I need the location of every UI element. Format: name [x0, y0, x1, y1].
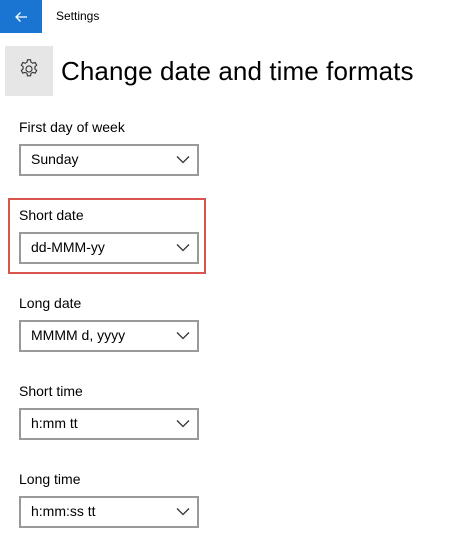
app-title: Settings: [56, 9, 100, 23]
short-date-label: Short date: [19, 207, 84, 223]
short-time-value: h:mm tt: [31, 415, 78, 431]
long-time-label: Long time: [19, 471, 81, 487]
chevron-down-icon: [176, 419, 190, 428]
first-day-of-week-label: First day of week: [19, 119, 125, 135]
short-date-dropdown[interactable]: dd-MMM-yy: [19, 232, 199, 264]
long-date-label: Long date: [19, 295, 82, 311]
chevron-down-icon: [176, 507, 190, 516]
first-day-of-week-dropdown[interactable]: Sunday: [19, 144, 199, 176]
long-time-dropdown[interactable]: h:mm:ss tt: [19, 496, 199, 528]
header-gear-tile: [5, 46, 53, 96]
gear-icon: [18, 58, 40, 85]
chevron-down-icon: [176, 331, 190, 340]
first-day-of-week-value: Sunday: [31, 151, 79, 167]
long-date-value: MMMM d, yyyy: [31, 327, 126, 343]
long-time-value: h:mm:ss tt: [31, 503, 96, 519]
long-date-dropdown[interactable]: MMMM d, yyyy: [19, 320, 199, 352]
short-time-dropdown[interactable]: h:mm tt: [19, 408, 199, 440]
chevron-down-icon: [176, 155, 190, 164]
back-arrow-icon: [14, 11, 28, 23]
chevron-down-icon: [176, 243, 190, 252]
settings-page: Settings Change date and time formats Fi…: [0, 0, 469, 558]
short-time-label: Short time: [19, 383, 83, 399]
short-date-value: dd-MMM-yy: [31, 239, 105, 255]
page-title: Change date and time formats: [61, 56, 414, 86]
back-button[interactable]: [0, 0, 42, 33]
title-bar: Settings: [0, 0, 469, 33]
